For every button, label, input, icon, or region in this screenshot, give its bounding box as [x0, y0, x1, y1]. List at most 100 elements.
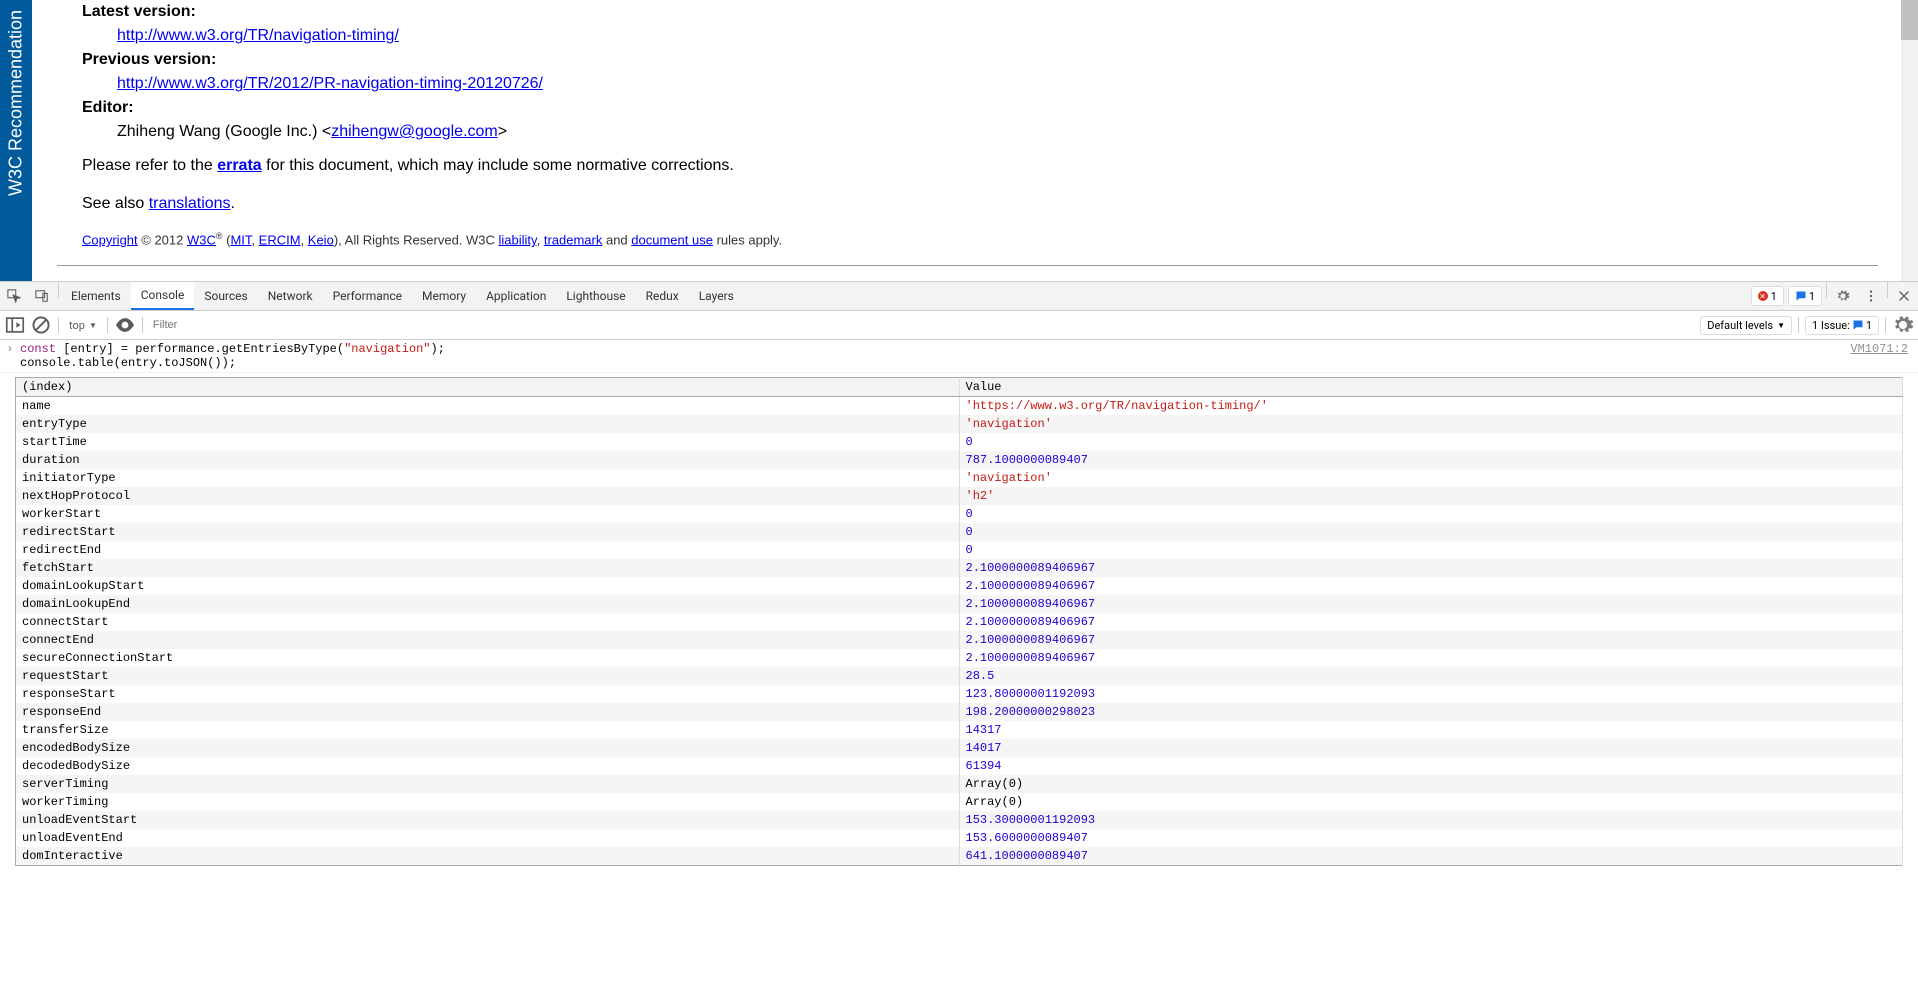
error-icon: ✕	[1758, 291, 1768, 301]
previous-version-label: Previous version:	[82, 48, 1878, 72]
header-index[interactable]: (index)	[16, 378, 960, 397]
table-row[interactable]: startTime0	[16, 433, 1903, 451]
table-row[interactable]: responseStart123.80000001192093	[16, 685, 1903, 703]
editor-label: Editor:	[82, 96, 1878, 120]
cell-key: startTime	[16, 433, 960, 451]
cell-value: 61394	[959, 757, 1903, 775]
cell-key: workerTiming	[16, 793, 960, 811]
table-row[interactable]: domainLookupStart2.1000000089406967	[16, 577, 1903, 595]
toggle-sidebar-icon[interactable]	[4, 314, 26, 336]
cell-key: redirectStart	[16, 523, 960, 541]
message-count-badge[interactable]: 1	[1788, 286, 1822, 306]
table-row[interactable]: workerTimingArray(0)	[16, 793, 1903, 811]
issues-button[interactable]: 1 Issue: 1	[1805, 316, 1879, 335]
errata-link[interactable]: errata	[217, 157, 261, 174]
mit-link[interactable]: MIT	[230, 232, 251, 247]
console-settings-icon[interactable]	[1892, 314, 1914, 336]
w3c-sidebar: W3C Recommendation	[0, 0, 32, 281]
latest-version-link[interactable]: http://www.w3.org/TR/navigation-timing/	[117, 27, 399, 44]
inspect-element-icon[interactable]	[0, 282, 28, 310]
device-toolbar-icon[interactable]	[28, 282, 56, 310]
cell-value: 0	[959, 523, 1903, 541]
cell-key: serverTiming	[16, 775, 960, 793]
table-row[interactable]: redirectStart0	[16, 523, 1903, 541]
table-row[interactable]: connectEnd2.1000000089406967	[16, 631, 1903, 649]
close-devtools-icon[interactable]	[1890, 282, 1918, 310]
table-row[interactable]: nextHopProtocol'h2'	[16, 487, 1903, 505]
table-row[interactable]: unloadEventStart153.30000001192093	[16, 811, 1903, 829]
table-row[interactable]: domainLookupEnd2.1000000089406967	[16, 595, 1903, 613]
translations-paragraph: See also translations.	[82, 192, 1878, 216]
cell-value: 2.1000000089406967	[959, 649, 1903, 667]
table-row[interactable]: encodedBodySize14017	[16, 739, 1903, 757]
keio-link[interactable]: Keio	[308, 232, 334, 247]
clear-console-icon[interactable]	[30, 314, 52, 336]
table-row[interactable]: entryType'navigation'	[16, 415, 1903, 433]
error-count-badge[interactable]: ✕1	[1751, 286, 1784, 306]
cell-value: 0	[959, 505, 1903, 523]
previous-version-link[interactable]: http://www.w3.org/TR/2012/PR-navigation-…	[117, 75, 543, 92]
errata-paragraph: Please refer to the errata for this docu…	[82, 154, 1878, 178]
table-row[interactable]: serverTimingArray(0)	[16, 775, 1903, 793]
source-link[interactable]: VM1071:2	[1850, 342, 1918, 370]
cell-value: 0	[959, 433, 1903, 451]
tab-sources[interactable]: Sources	[194, 282, 257, 310]
table-row[interactable]: decodedBodySize61394	[16, 757, 1903, 775]
tab-lighthouse[interactable]: Lighthouse	[556, 282, 635, 310]
tab-redux[interactable]: Redux	[636, 282, 689, 310]
table-row[interactable]: duration787.1000000089407	[16, 451, 1903, 469]
cell-key: transferSize	[16, 721, 960, 739]
tab-network[interactable]: Network	[258, 282, 323, 310]
cell-key: decodedBodySize	[16, 757, 960, 775]
cell-key: unloadEventStart	[16, 811, 960, 829]
table-row[interactable]: requestStart28.5	[16, 667, 1903, 685]
console-body[interactable]: › const [entry] = performance.getEntries…	[0, 340, 1918, 981]
tab-elements[interactable]: Elements	[61, 282, 131, 310]
cell-key: domainLookupEnd	[16, 595, 960, 613]
cell-value: 'navigation'	[959, 415, 1903, 433]
table-row[interactable]: secureConnectionStart2.1000000089406967	[16, 649, 1903, 667]
document-use-link[interactable]: document use	[631, 232, 713, 247]
trademark-link[interactable]: trademark	[544, 232, 603, 247]
live-expression-icon[interactable]	[114, 314, 136, 336]
table-row[interactable]: responseEnd198.20000000298023	[16, 703, 1903, 721]
table-row[interactable]: initiatorType'navigation'	[16, 469, 1903, 487]
cell-value: 2.1000000089406967	[959, 595, 1903, 613]
cell-value: Array(0)	[959, 793, 1903, 811]
ercim-link[interactable]: ERCIM	[259, 232, 301, 247]
sidebar-label: W3C Recommendation	[6, 10, 27, 196]
table-row[interactable]: unloadEventEnd153.6000000089407	[16, 829, 1903, 847]
tab-console[interactable]: Console	[131, 282, 195, 310]
cell-value: 153.6000000089407	[959, 829, 1903, 847]
editor-email-link[interactable]: zhihengw@google.com	[331, 123, 498, 140]
liability-link[interactable]: liability	[499, 232, 537, 247]
copyright-link[interactable]: Copyright	[82, 232, 138, 247]
tab-application[interactable]: Application	[476, 282, 556, 310]
more-icon[interactable]	[1857, 282, 1885, 310]
context-selector[interactable]: top	[65, 317, 101, 334]
w3c-link[interactable]: W3C	[187, 232, 216, 247]
tab-performance[interactable]: Performance	[323, 282, 412, 310]
cell-key: redirectEnd	[16, 541, 960, 559]
table-row[interactable]: fetchStart2.1000000089406967	[16, 559, 1903, 577]
cell-key: nextHopProtocol	[16, 487, 960, 505]
table-row[interactable]: name'https://www.w3.org/TR/navigation-ti…	[16, 397, 1903, 416]
header-value[interactable]: Value	[959, 378, 1903, 397]
table-row[interactable]: domInteractive641.1000000089407	[16, 847, 1903, 866]
scrollbar-thumb[interactable]	[1901, 0, 1918, 40]
translations-link[interactable]: translations	[149, 195, 231, 212]
table-row[interactable]: transferSize14317	[16, 721, 1903, 739]
table-row[interactable]: connectStart2.1000000089406967	[16, 613, 1903, 631]
page-scrollbar[interactable]	[1901, 0, 1918, 281]
cell-key: duration	[16, 451, 960, 469]
log-levels-selector[interactable]: Default levels▼	[1700, 316, 1792, 335]
settings-icon[interactable]	[1829, 282, 1857, 310]
cell-value: 2.1000000089406967	[959, 559, 1903, 577]
table-row[interactable]: workerStart0	[16, 505, 1903, 523]
filter-field[interactable]	[149, 317, 1696, 333]
cell-value: 2.1000000089406967	[959, 631, 1903, 649]
table-row[interactable]: redirectEnd0	[16, 541, 1903, 559]
tab-layers[interactable]: Layers	[689, 282, 744, 310]
filter-input[interactable]	[149, 317, 1696, 333]
tab-memory[interactable]: Memory	[412, 282, 476, 310]
